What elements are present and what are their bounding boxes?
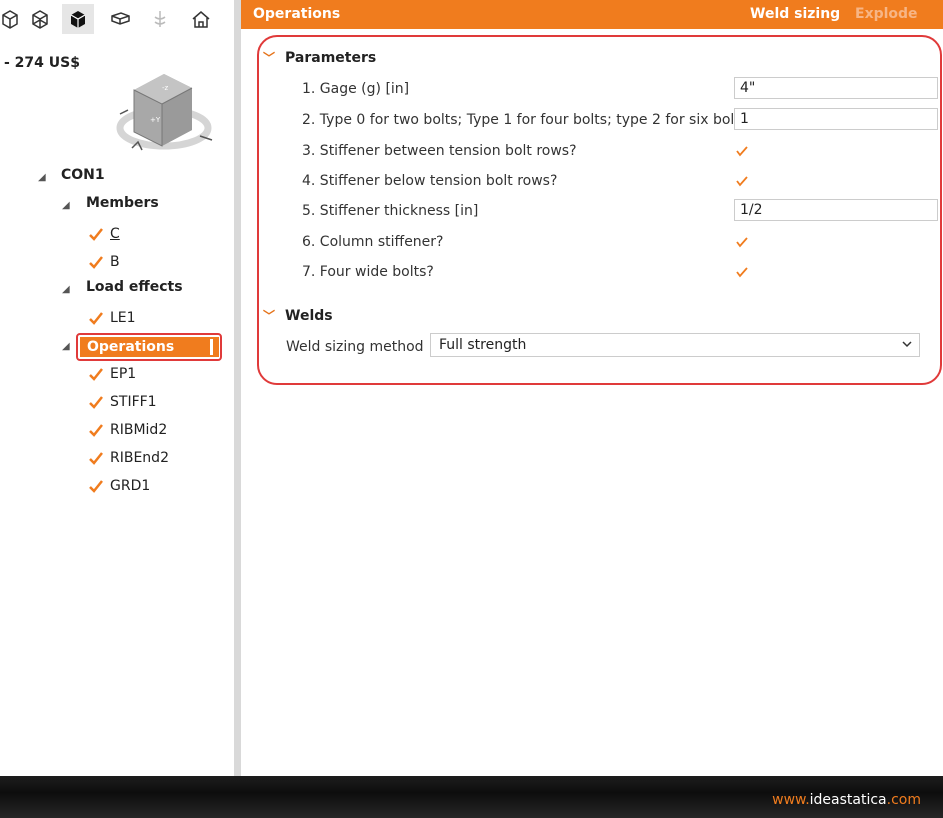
chevron-down-icon: ﹀ [263, 51, 276, 65]
right-panel: Operations Weld sizing Explode ﹀ Paramet… [241, 0, 943, 776]
website-link[interactable]: www.ideastatica.com [772, 792, 921, 808]
chevron-down-icon: ﹀ [263, 309, 276, 323]
tree-item-ribmid2[interactable]: RIBMid2 [88, 422, 167, 438]
tree-item-grd1[interactable]: GRD1 [88, 478, 150, 494]
home-icon[interactable] [185, 4, 217, 34]
tree-item-member-c[interactable]: C [88, 226, 120, 242]
expand-triangle-icon[interactable]: ◢ [38, 172, 46, 183]
tree-node-members[interactable]: Members [86, 195, 159, 211]
url-prefix: www. [772, 792, 810, 808]
column-stiffener-checkbox[interactable] [735, 235, 749, 249]
tree-item-ep1[interactable]: EP1 [88, 366, 136, 382]
solid-view-icon[interactable] [62, 4, 94, 34]
navigation-cube[interactable]: +Y -z [114, 70, 218, 162]
operations-header: Operations Weld sizing Explode [241, 0, 943, 29]
checkmark-icon[interactable] [88, 422, 104, 438]
select-value: Full strength [439, 337, 527, 353]
checkmark-icon[interactable] [88, 450, 104, 466]
header-title: Operations [253, 6, 341, 22]
checkmark-icon[interactable] [88, 310, 104, 326]
panel-splitter[interactable] [234, 0, 241, 776]
svg-text:-z: -z [162, 84, 169, 92]
tree-item-label: EP1 [110, 366, 137, 382]
tree-node-operations[interactable]: Operations [76, 333, 222, 361]
tree-item-label: B [110, 254, 120, 270]
weld-sizing-button[interactable]: Weld sizing [750, 6, 840, 22]
four-wide-bolts-checkbox[interactable] [735, 265, 749, 279]
param-label-type: 2. Type 0 for two bolts; Type 1 for four… [302, 112, 748, 128]
param-label-stiffener-below: 4. Stiffener below tension bolt rows? [302, 173, 558, 189]
checkmark-icon[interactable] [88, 394, 104, 410]
param-input-type[interactable]: 1 [734, 108, 938, 130]
tree-item-label: LE1 [110, 310, 136, 326]
svg-text:+Y: +Y [150, 116, 161, 124]
wireframe-view-icon[interactable] [0, 4, 26, 34]
footer-banner: www.ideastatica.com [0, 776, 943, 818]
chevron-down-icon [901, 338, 913, 354]
tree-node-label: Members [86, 195, 159, 211]
stiffener-below-checkbox[interactable] [735, 174, 749, 188]
tree-item-label: RIBMid2 [110, 422, 168, 438]
tree-node-label: Load effects [86, 279, 183, 295]
explode-button[interactable]: Explode [855, 6, 918, 22]
tree-node-operations-selected: Operations [80, 337, 219, 357]
cost-label: - 274 US$ [4, 55, 80, 71]
expand-triangle-icon[interactable]: ◢ [62, 200, 70, 211]
checkmark-icon[interactable] [88, 226, 104, 242]
tree-item-label: RIBEnd2 [110, 450, 169, 466]
url-brand: ideastatica [809, 792, 887, 808]
weld-method-label: Weld sizing method [286, 339, 424, 355]
checkmark-icon[interactable] [88, 366, 104, 382]
param-label-four-wide-bolts: 7. Four wide bolts? [302, 264, 434, 280]
tree-item-stiff1[interactable]: STIFF1 [88, 394, 157, 410]
weld-method-select[interactable]: Full strength [430, 333, 920, 357]
param-label-column-stiffener: 6. Column stiffener? [302, 234, 444, 250]
tree-node-load-effects[interactable]: Load effects [86, 279, 183, 295]
section-title: Parameters [285, 49, 377, 66]
tree-item-label: GRD1 [110, 478, 151, 494]
tree-node-label: CON1 [61, 167, 105, 183]
section-title: Welds [285, 307, 333, 324]
tree-node-label: Operations [87, 339, 175, 355]
param-label-gage: 1. Gage (g) [in] [302, 81, 410, 97]
parameters-section-header[interactable]: ﹀ Parameters [263, 49, 376, 66]
url-suffix: .com [886, 792, 921, 808]
expand-triangle-icon[interactable]: ◢ [62, 341, 70, 352]
selection-bar [210, 339, 213, 355]
tree-node-con1[interactable]: CON1 [61, 167, 105, 183]
axis-view-icon[interactable] [144, 4, 176, 34]
tree-item-member-b[interactable]: B [88, 254, 120, 270]
welds-section-header[interactable]: ﹀ Welds [263, 307, 333, 324]
stiffener-between-checkbox[interactable] [735, 144, 749, 158]
param-label-stiffener-thickness: 5. Stiffener thickness [in] [302, 203, 479, 219]
param-input-gage[interactable]: 4" [734, 77, 938, 99]
expand-triangle-icon[interactable]: ◢ [62, 284, 70, 295]
transparent-view-icon[interactable] [24, 4, 56, 34]
tree-item-label: C [110, 226, 120, 242]
param-input-stiffener-thickness[interactable]: 1/2 [734, 199, 938, 221]
left-panel: - 274 US$ +Y -z ◢ CON1 ◢ Members C B ◢ L… [0, 0, 234, 776]
tree-item-ribend2[interactable]: RIBEnd2 [88, 450, 169, 466]
param-label-stiffener-between: 3. Stiffener between tension bolt rows? [302, 143, 577, 159]
tree-item-label: STIFF1 [110, 394, 157, 410]
checkmark-icon[interactable] [88, 254, 104, 270]
tree-item-le1[interactable]: LE1 [88, 310, 136, 326]
view-toolbar [0, 0, 234, 38]
section-view-icon[interactable] [104, 4, 136, 34]
checkmark-icon[interactable] [88, 478, 104, 494]
